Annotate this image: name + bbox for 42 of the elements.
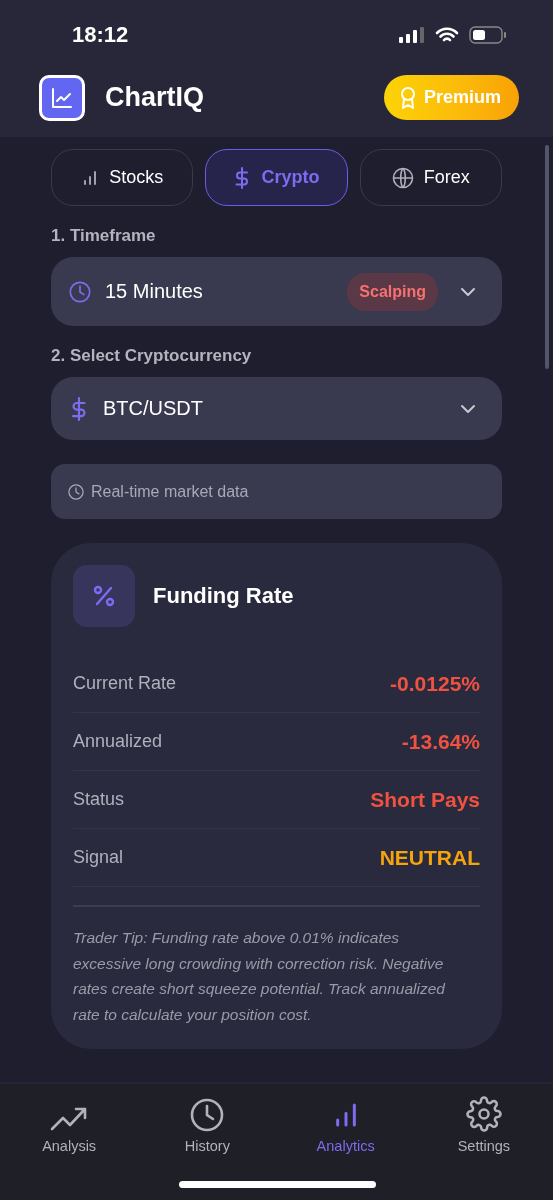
scrollbar[interactable] [545,145,549,369]
clock-icon [68,483,84,500]
metric-label: Signal [73,847,124,868]
signal-icon [399,27,425,43]
section-label: 1. Timeframe [51,226,157,246]
info-text: Real-time market data [91,482,249,501]
timeframe-select[interactable]: 15 Minutes Scalping [51,257,502,326]
nav-tab[interactable]: History [138,1094,277,1154]
clock-icon [190,1098,225,1132]
settings-icon [465,1096,502,1132]
globe-icon [391,166,414,189]
market-tab[interactable]: Crypto [205,149,348,206]
cryptocurrency-select[interactable]: BTC/USDT [51,377,502,440]
chevron-down-icon [460,403,476,414]
section-label: 2. Select Cryptocurrency [51,346,253,366]
nav-tab[interactable]: Settings [414,1094,553,1154]
metric-value: NEUTRAL [379,845,480,870]
clock-icon [69,280,91,303]
trader-tip: Trader Tip: Funding rate above 0.01% indicates excessive long crowding with correction risk. Negative rates create short squeeze potential. Track annualized rate to calculate your position cost. [73,905,480,1027]
metric-value: -0.0125% [390,671,480,696]
card-title: Funding Rate [153,583,294,609]
home-indicator[interactable] [179,1181,376,1188]
battery-icon [469,26,507,44]
wifi-icon [435,26,459,44]
market-tab[interactable]: Forex [359,149,502,206]
percent-icon [73,565,135,627]
nav-tab[interactable]: Analytics [276,1094,415,1154]
award-icon [399,86,416,109]
metric-label: Annualized [73,731,163,752]
timeframe-badge: Scalping [347,272,438,311]
metric-label: Current Rate [73,673,177,694]
chevron-down-icon [460,286,476,297]
select-value: BTC/USDT [103,397,204,420]
select-value: 15 Minutes [105,280,204,303]
status-time: 18:12 [72,22,129,48]
market-tab[interactable]: Stocks [51,149,194,206]
app-title: ChartIQ [105,82,205,113]
metric-value: Short Pays [370,787,480,812]
app-logo-icon [39,74,85,121]
metric-label: Status [73,789,125,810]
metric-value: -13.64% [401,729,480,754]
nav-tab[interactable]: Analysis [0,1094,139,1154]
